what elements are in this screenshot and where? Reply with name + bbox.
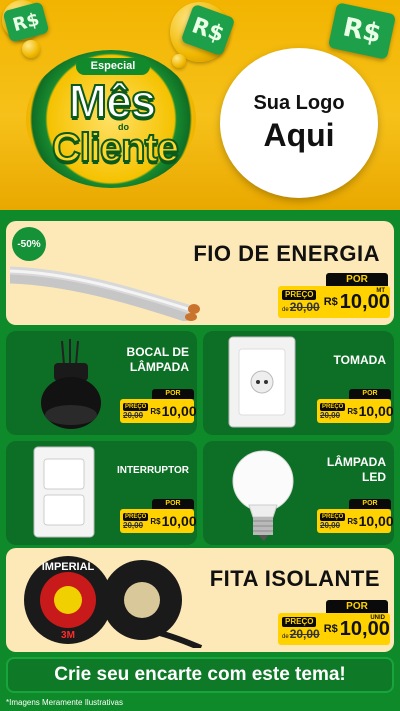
product-card-interruptor[interactable]: INTERRUPTOR POR PREÇO 20,00 R$ 10,00 xyxy=(6,441,197,545)
product-card-lampada-led[interactable]: LÂMPADA LED POR PREÇO 20,00 R$ 10,00 xyxy=(203,441,394,545)
price-tag: POR PREÇO 20,00 R$ 10,00 xyxy=(120,389,197,425)
badge-cliente: Cliente xyxy=(51,125,180,171)
currency: R$ xyxy=(323,296,338,308)
tape-label: 3M xyxy=(61,630,75,641)
price-tag: POR PREÇO 20,00 R$ 10,00 xyxy=(317,499,394,535)
footnote: *Imagens Meramente Ilustrativas xyxy=(6,698,123,707)
lamp-socket-image xyxy=(41,339,101,429)
unit: MT xyxy=(376,288,385,294)
wire-image xyxy=(10,266,200,321)
hero-banner: R$ R$ R$ Especial Mês do Cliente Sua Log… xyxy=(0,0,400,210)
price-tag: POR PREÇO 20,00 R$ 10,00 xyxy=(317,389,394,425)
product-name: FITA ISOLANTE xyxy=(209,566,380,591)
product-name: INTERRUPTOR xyxy=(116,465,189,476)
product-card-tomada[interactable]: TOMADA POR PREÇO 20,00 R$ 10,00 xyxy=(203,331,394,435)
tape-brand: IMPERIAL xyxy=(42,561,95,573)
preco-label: PREÇO xyxy=(282,290,317,300)
product-card-fio-de-energia[interactable]: -50% FIO DE ENERGIA POR PREÇO de 20,00 R$… xyxy=(6,221,394,325)
price-tag: POR PREÇO de 20,00 R$ 10,00 UNID xyxy=(278,600,390,646)
price-tag: POR PREÇO 20,00 R$ 10,00 xyxy=(120,499,197,535)
product-name: LÂMPADA LED xyxy=(326,455,386,484)
badge-especial: Especial xyxy=(76,58,150,75)
mes-do-cliente-badge: Especial Mês do Cliente xyxy=(18,40,213,190)
logo-line-1: Sua Logo xyxy=(253,92,345,114)
logo-line-2: Aqui xyxy=(263,117,335,153)
product-name: FIO DE ENERGIA xyxy=(193,241,380,266)
insulating-tape-image: IMPERIAL 3M xyxy=(24,556,203,648)
product-card-fita-isolante[interactable]: IMPERIAL 3M FITA ISOLANTE POR PREÇO de 20… xyxy=(6,548,394,652)
logo-placeholder[interactable]: Sua Logo Aqui xyxy=(220,48,378,198)
switch-image xyxy=(33,446,95,538)
led-bulb-image xyxy=(232,450,294,541)
product-name: BOCAL DE LÂMPADA xyxy=(126,345,189,374)
product-name: TOMADA xyxy=(333,353,386,367)
por-label: POR xyxy=(326,273,388,286)
money-bill-icon: R$ xyxy=(327,2,397,60)
badge-mes: Mês xyxy=(68,74,157,128)
cta-banner[interactable]: Crie seu encarte com este tema! xyxy=(6,657,394,693)
old-price: 20,00 xyxy=(289,300,320,314)
price-tag: POR PREÇO de 20,00 R$ 10,00 MT xyxy=(278,273,390,319)
outlet-image xyxy=(228,336,296,428)
product-card-bocal[interactable]: BOCAL DE LÂMPADA POR PREÇO 20,00 R$ 10,00 xyxy=(6,331,197,435)
